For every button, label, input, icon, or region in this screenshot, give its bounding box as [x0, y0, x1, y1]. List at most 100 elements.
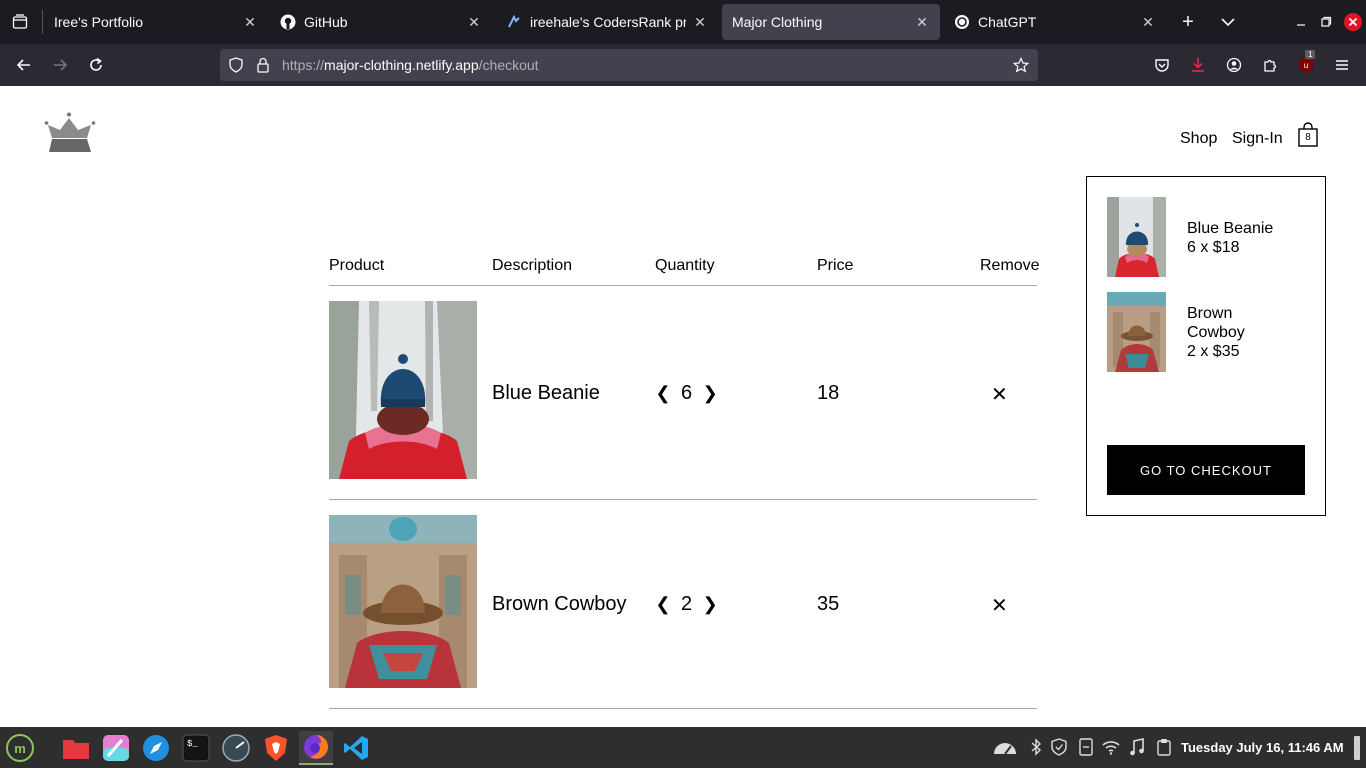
terminal-icon[interactable]: $_: [179, 731, 213, 765]
go-to-checkout-button[interactable]: GO TO CHECKOUT: [1107, 445, 1305, 495]
vscode-icon[interactable]: [339, 731, 373, 765]
cart-item-text: Brown Cowboy 2 x $35: [1187, 304, 1245, 361]
tab-title: ireehale's CodersRank profi: [530, 14, 686, 30]
mint-menu-icon[interactable]: m: [3, 731, 37, 765]
increase-quantity-button[interactable]: ❯: [702, 594, 718, 615]
system-monitor-icon[interactable]: [992, 738, 1018, 756]
show-desktop-button[interactable]: [1354, 736, 1360, 760]
remove-item-button[interactable]: ✕: [991, 382, 1008, 407]
back-icon[interactable]: [12, 53, 36, 77]
close-tab-icon[interactable]: ✕: [466, 14, 482, 30]
close-tab-icon[interactable]: ✕: [692, 14, 708, 30]
os-taskbar: m $_ Tuesday July 16, 11:46 AM: [0, 727, 1366, 768]
shield-icon[interactable]: [1050, 738, 1068, 756]
tab-title: ChatGPT: [978, 14, 1037, 30]
header-product: Product: [329, 257, 385, 274]
ublock-origin-icon[interactable]: u 1: [1294, 50, 1318, 77]
tab-title: Iree's Portfolio: [54, 14, 144, 30]
browser-compass-icon[interactable]: [139, 731, 173, 765]
page-content: Shop Sign-In 8 Blue Beanie 6 x $18 Brown…: [0, 86, 1366, 727]
files-icon[interactable]: [59, 731, 93, 765]
signin-link[interactable]: Sign-In: [1232, 130, 1283, 148]
browser-nav-bar: https://major-clothing.netlify.app/check…: [0, 44, 1366, 86]
tab-major-clothing[interactable]: Major Clothing ✕: [722, 4, 940, 40]
svg-text:$_: $_: [187, 739, 198, 749]
close-tab-icon[interactable]: ✕: [1140, 14, 1156, 30]
product-price: 18: [817, 382, 840, 404]
github-icon: [280, 14, 296, 30]
cart-item-name: Cowboy: [1187, 324, 1245, 341]
codersrank-icon: [506, 14, 522, 30]
quantity-stepper: ❮ 6 ❯: [655, 382, 718, 405]
close-window-icon[interactable]: [1341, 10, 1365, 34]
close-tab-icon[interactable]: ✕: [242, 14, 258, 30]
notes-icon[interactable]: [1077, 738, 1095, 756]
product-image-brown-cowboy: [329, 515, 477, 688]
pocket-icon[interactable]: [1150, 53, 1174, 77]
blue-beanie-thumbnail: [1107, 197, 1166, 277]
quantity-stepper: ❮ 2 ❯: [655, 593, 718, 616]
reload-icon[interactable]: [84, 53, 108, 77]
crown-logo-icon[interactable]: [44, 112, 96, 154]
list-all-tabs-icon[interactable]: [1216, 10, 1240, 34]
cart-item-name: Brown: [1187, 305, 1233, 322]
tab-list-button[interactable]: [8, 10, 32, 34]
tab-chatgpt[interactable]: ChatGPT ✕: [944, 4, 1166, 40]
extensions-icon[interactable]: [1258, 53, 1282, 77]
bookmark-star-icon[interactable]: [1012, 57, 1030, 78]
remove-item-button[interactable]: ✕: [991, 593, 1008, 618]
shop-link[interactable]: Shop: [1180, 130, 1217, 148]
clock[interactable]: Tuesday July 16, 11:46 AM: [1181, 740, 1344, 755]
close-tab-icon[interactable]: ✕: [914, 14, 930, 30]
tab-title: Major Clothing: [732, 14, 823, 30]
tab-list-icon: [12, 14, 28, 29]
tab-title: GitHub: [304, 14, 348, 30]
cart-item-name: Blue Beanie: [1187, 220, 1274, 237]
svg-text:m: m: [14, 741, 26, 756]
new-tab-icon[interactable]: +: [1176, 10, 1200, 34]
increase-quantity-button[interactable]: ❯: [702, 383, 718, 404]
header-quantity: Quantity: [655, 257, 715, 274]
tracking-protection-icon[interactable]: [228, 57, 244, 78]
cart-item-qty-price: 6 x $18: [1187, 239, 1240, 256]
divider: [329, 285, 1037, 286]
cart-item-text: Blue Beanie 6 x $18: [1187, 219, 1273, 257]
decrease-quantity-button[interactable]: ❮: [655, 594, 671, 615]
quantity-value: 6: [681, 382, 693, 404]
music-icon[interactable]: [1128, 738, 1146, 756]
brave-icon[interactable]: [259, 731, 293, 765]
wifi-icon[interactable]: [1102, 738, 1120, 756]
tab-irees-portfolio[interactable]: Iree's Portfolio ✕: [44, 4, 268, 40]
quantity-value: 2: [681, 593, 693, 615]
restore-icon[interactable]: [1314, 10, 1338, 34]
forward-icon[interactable]: [48, 53, 72, 77]
drawing-app-icon[interactable]: [99, 731, 133, 765]
account-icon[interactable]: [1222, 53, 1246, 77]
cart-item: Brown Cowboy 2 x $35: [1107, 292, 1307, 372]
menu-icon[interactable]: [1330, 53, 1354, 77]
bluetooth-icon[interactable]: [1027, 738, 1045, 756]
shopping-bag-icon[interactable]: 8: [1297, 122, 1319, 148]
cart-item-qty-price: 2 x $35: [1187, 343, 1240, 360]
svg-text:u: u: [1304, 61, 1308, 70]
tab-github[interactable]: GitHub ✕: [270, 4, 492, 40]
clipboard-icon[interactable]: [1155, 738, 1173, 756]
product-image-blue-beanie: [329, 301, 477, 479]
downloads-icon[interactable]: [1186, 53, 1210, 77]
lock-icon[interactable]: [256, 57, 270, 78]
decrease-quantity-button[interactable]: ❮: [655, 383, 671, 404]
brown-cowboy-thumbnail: [1107, 292, 1166, 372]
url-bar[interactable]: https://major-clothing.netlify.app/check…: [220, 49, 1038, 81]
minimize-icon[interactable]: [1289, 10, 1313, 34]
url-text[interactable]: https://major-clothing.netlify.app/check…: [282, 57, 539, 73]
firefox-icon[interactable]: [299, 731, 333, 765]
disk-usage-icon[interactable]: [219, 731, 253, 765]
tab-codersrank[interactable]: ireehale's CodersRank profi ✕: [496, 4, 718, 40]
chatgpt-icon: [954, 14, 970, 30]
header-price: Price: [817, 257, 854, 274]
cart-dropdown: Blue Beanie 6 x $18 Brown Cowboy 2 x $35…: [1086, 176, 1326, 516]
header-remove: Remove: [980, 257, 1040, 274]
extension-badge: 1: [1305, 50, 1316, 59]
header-description: Description: [492, 257, 573, 274]
divider: [329, 499, 1037, 500]
